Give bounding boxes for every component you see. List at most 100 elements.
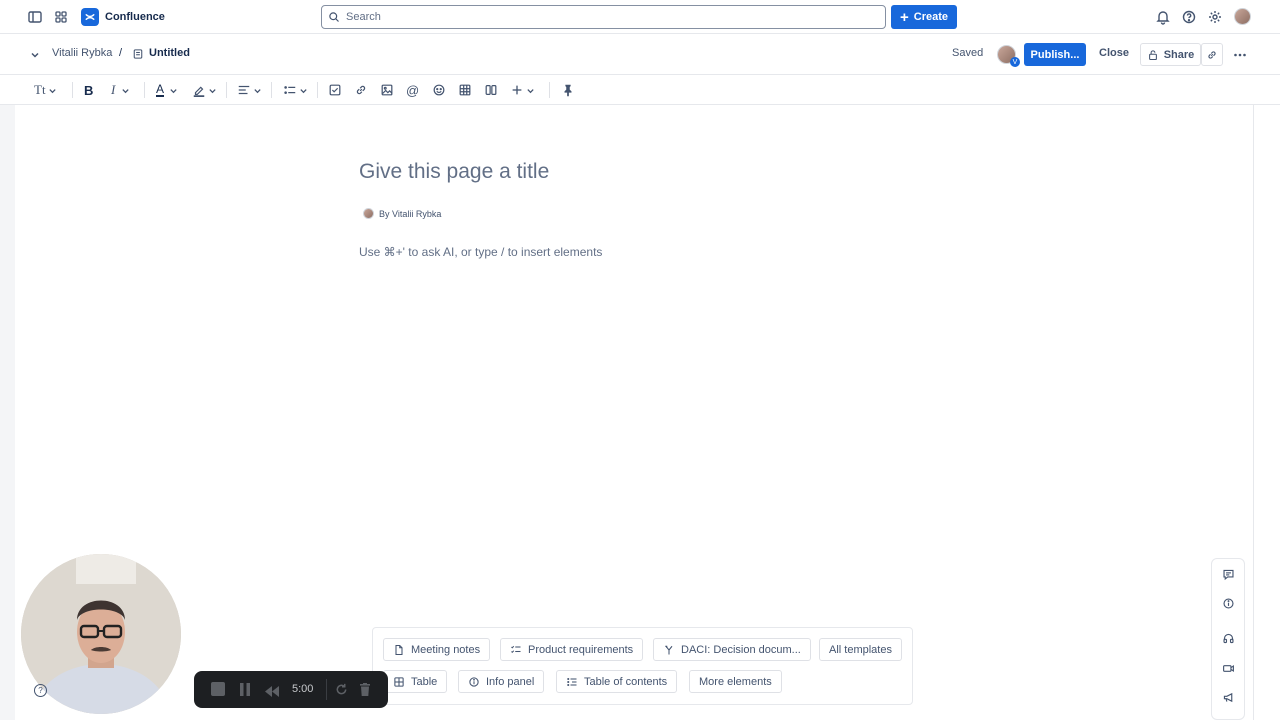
checklist-icon xyxy=(511,645,521,653)
byline-text: By Vitalii Rybka xyxy=(379,208,442,219)
create-label: Create xyxy=(913,11,948,23)
user-avatar[interactable] xyxy=(1234,8,1251,25)
italic-dropdown[interactable]: I xyxy=(111,81,130,99)
element-label: More elements xyxy=(699,675,772,688)
text-color-icon: A xyxy=(156,81,165,97)
template-meeting-notes[interactable]: Meeting notes xyxy=(383,638,491,661)
align-icon xyxy=(238,85,250,95)
element-table[interactable]: Table xyxy=(383,670,448,693)
app-name: Confluence xyxy=(105,11,165,23)
close-button[interactable]: Close xyxy=(1099,47,1129,59)
toolbar-divider xyxy=(72,82,73,98)
video-button[interactable] xyxy=(1217,657,1239,679)
template-product-requirements[interactable]: Product requirements xyxy=(500,638,644,661)
toolbar-divider xyxy=(317,82,318,98)
all-templates-button[interactable]: All templates xyxy=(819,638,902,661)
plus-icon xyxy=(512,85,522,95)
table-button[interactable] xyxy=(458,81,472,99)
bold-icon: B xyxy=(84,82,94,98)
stop-recording-button[interactable] xyxy=(211,682,225,696)
restart-button[interactable] xyxy=(335,683,348,696)
highlight-dropdown[interactable] xyxy=(192,81,217,99)
page-body-editor[interactable]: Use ⌘+' to ask AI, or type / to insert e… xyxy=(359,245,602,259)
bold-button[interactable]: B xyxy=(84,81,93,99)
publish-label: Publish... xyxy=(1030,48,1080,61)
byline: By Vitalii Rybka xyxy=(363,208,441,219)
info-icon xyxy=(469,676,479,687)
comments-button[interactable] xyxy=(1217,563,1239,585)
announcements-button[interactable] xyxy=(1217,686,1239,708)
restart-icon xyxy=(336,683,347,695)
toolbar-divider xyxy=(549,82,550,98)
copy-link-button[interactable] xyxy=(1201,43,1223,66)
checkbox-button[interactable] xyxy=(328,81,342,99)
delete-recording-button[interactable] xyxy=(359,683,371,696)
toc-icon xyxy=(567,677,577,686)
settings-gear-icon[interactable] xyxy=(1203,5,1227,29)
page-name[interactable]: Untitled xyxy=(149,47,190,59)
pause-button[interactable] xyxy=(239,683,251,696)
sidebar-toggle-icon[interactable] xyxy=(23,5,47,29)
template-label: Meeting notes xyxy=(411,643,481,656)
notifications-bell-icon[interactable] xyxy=(1151,5,1175,29)
align-dropdown[interactable] xyxy=(237,81,262,99)
search-placeholder: Search xyxy=(346,11,381,23)
details-button[interactable] xyxy=(1217,592,1239,614)
toolbar-divider xyxy=(144,82,145,98)
link-button[interactable] xyxy=(354,81,368,99)
insert-dropdown[interactable] xyxy=(510,81,535,99)
collaborator-badge: V xyxy=(1010,57,1020,67)
template-daci[interactable]: DACI: Decision docum... xyxy=(653,638,811,661)
help-icon[interactable] xyxy=(1177,5,1201,29)
mention-icon: @ xyxy=(406,82,420,98)
comment-icon xyxy=(1222,569,1234,580)
search-input[interactable]: Search xyxy=(321,5,886,29)
text-color-dropdown[interactable]: A xyxy=(156,81,178,99)
share-button[interactable]: Share xyxy=(1140,43,1201,66)
page-title-input[interactable]: Give this page a title xyxy=(359,160,549,184)
recording-timer: 5:00 xyxy=(292,683,314,695)
rewind-icon xyxy=(265,686,279,697)
table-icon xyxy=(394,676,404,687)
chevron-down-icon xyxy=(48,88,56,93)
list-dropdown[interactable] xyxy=(283,81,308,99)
confluence-logo-icon xyxy=(81,8,99,26)
element-label: Info panel xyxy=(486,675,535,688)
element-label: Table xyxy=(411,675,438,688)
highlight-icon xyxy=(193,86,205,97)
search-icon xyxy=(329,12,339,22)
chevron-down-icon[interactable] xyxy=(23,43,47,67)
create-button[interactable]: + Create xyxy=(891,5,957,29)
breadcrumb-user[interactable]: Vitalii Rybka xyxy=(52,47,112,59)
image-icon xyxy=(381,84,393,96)
support-button[interactable] xyxy=(1217,627,1239,649)
toolbar-divider xyxy=(226,82,227,98)
pin-toolbar-button[interactable] xyxy=(561,81,575,99)
text-style-dropdown[interactable]: Tt xyxy=(34,81,57,99)
decision-icon xyxy=(665,645,673,654)
rewind-button[interactable] xyxy=(264,684,280,697)
more-elements-button[interactable]: More elements xyxy=(689,670,782,693)
more-actions-icon[interactable] xyxy=(1228,43,1252,67)
element-info-panel[interactable]: Info panel xyxy=(458,670,545,693)
template-label: Product requirements xyxy=(528,643,634,656)
template-label: DACI: Decision docum... xyxy=(681,643,801,656)
layout-button[interactable] xyxy=(484,81,498,99)
confluence-logo[interactable]: Confluence xyxy=(81,8,165,26)
emoji-button[interactable] xyxy=(432,81,446,99)
mention-button[interactable]: @ xyxy=(406,81,419,99)
image-button[interactable] xyxy=(380,81,394,99)
help-floating-icon[interactable]: ? xyxy=(34,684,47,697)
plus-icon: + xyxy=(899,8,909,26)
element-table-of-contents[interactable]: Table of contents xyxy=(556,670,678,693)
checkbox-icon xyxy=(329,84,341,96)
link-icon xyxy=(1208,50,1216,59)
template-label: All templates xyxy=(829,643,892,656)
list-icon xyxy=(284,86,296,94)
info-icon xyxy=(1222,597,1234,609)
publish-button[interactable]: Publish... xyxy=(1024,43,1086,66)
app-switcher-icon[interactable] xyxy=(49,5,73,29)
element-label: Table of contents xyxy=(584,675,668,688)
chevron-down-icon xyxy=(300,88,307,93)
share-label: Share xyxy=(1163,48,1195,61)
